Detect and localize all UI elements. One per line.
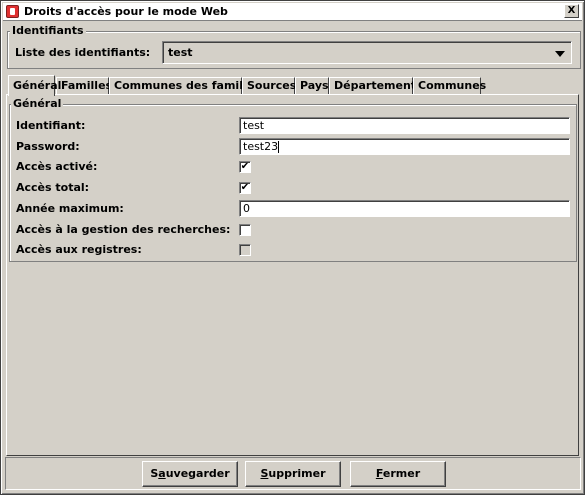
identifiant-field[interactable]: test: [239, 117, 570, 134]
acces-active-label: Accès activé:: [16, 160, 98, 173]
delete-button[interactable]: Supprimer: [245, 461, 341, 487]
acces-total-checkbox[interactable]: ✔: [239, 182, 251, 194]
password-value: test23: [243, 140, 279, 153]
acces-registres-label: Accès aux registres:: [16, 243, 142, 256]
identifiant-value: test: [243, 119, 265, 132]
tab-familles[interactable]: Familles: [56, 77, 112, 95]
identifiants-combobox[interactable]: test: [162, 41, 572, 64]
window-title: Droits d'accès pour le mode Web: [24, 5, 228, 18]
tab-general[interactable]: Général: [8, 75, 61, 96]
access-rights-window: Droits d'accès pour le mode Web X Identi…: [0, 0, 585, 495]
tab-sources[interactable]: Sources: [242, 77, 296, 95]
identifiants-list-label: Liste des identifiants:: [15, 46, 151, 59]
tab-communes[interactable]: Communes: [413, 77, 486, 95]
identifiant-label: Identifiant:: [16, 119, 86, 132]
password-field[interactable]: test23: [239, 138, 570, 155]
close-window-button[interactable]: X: [564, 4, 579, 18]
acces-recherches-label: Accès à la gestion des recherches:: [16, 223, 231, 236]
acces-active-checkbox[interactable]: ✔: [239, 161, 251, 173]
annee-max-value: 0: [243, 202, 250, 215]
identifiants-legend: Identifiants: [10, 24, 86, 37]
acces-total-label: Accès total:: [16, 181, 90, 194]
app-icon: [6, 5, 19, 18]
annee-max-label: Année maximum:: [16, 202, 124, 215]
tab-departements[interactable]: Départements: [329, 77, 423, 95]
text-caret: [278, 141, 280, 153]
tab-pays[interactable]: Pays: [295, 77, 329, 95]
close-button[interactable]: Fermer: [350, 461, 446, 487]
save-button[interactable]: Sauvegarder: [142, 461, 238, 487]
annee-max-field[interactable]: 0: [239, 200, 570, 217]
chevron-down-icon[interactable]: [555, 51, 565, 57]
tab-communes-des-familles[interactable]: Communes des familles: [109, 77, 261, 95]
acces-registres-checkbox: [239, 244, 251, 256]
title-bar[interactable]: Droits d'accès pour le mode Web X: [3, 3, 582, 21]
password-label: Password:: [16, 140, 80, 153]
general-legend: Général: [11, 97, 64, 110]
acces-recherches-checkbox[interactable]: [239, 224, 251, 236]
identifiants-selected: test: [168, 46, 193, 59]
